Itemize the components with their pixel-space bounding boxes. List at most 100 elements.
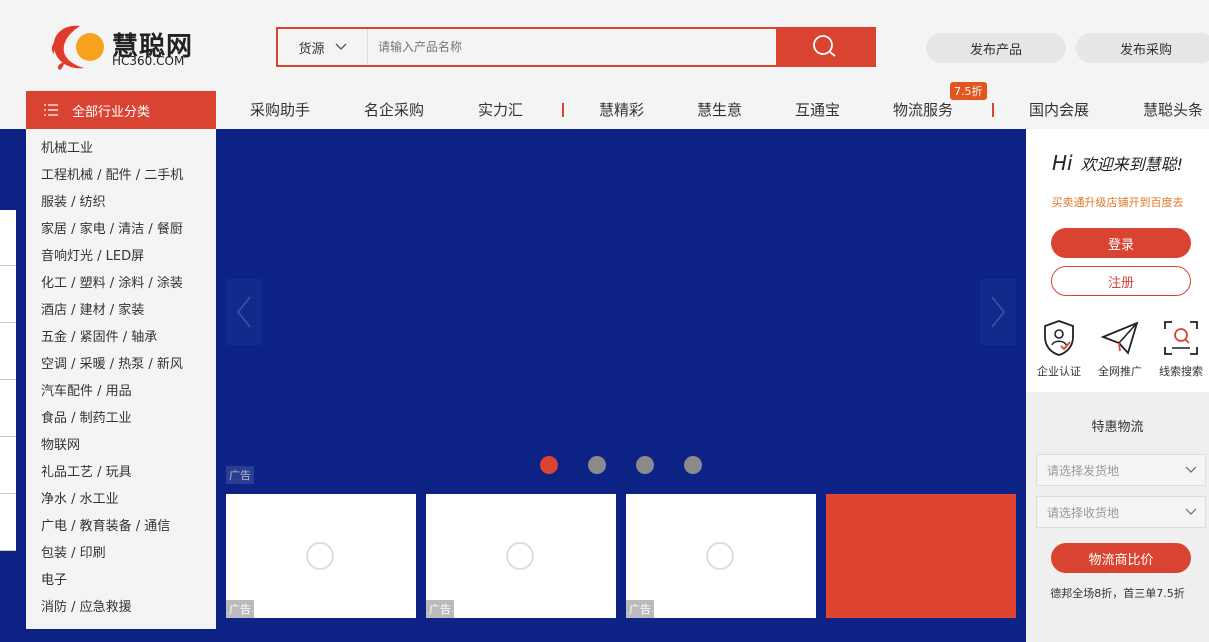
nav-item-purchase-assistant[interactable]: 采购助手 — [250, 91, 310, 129]
paper-plane-icon — [1100, 321, 1139, 355]
category-item[interactable]: 音响灯光 / LED屏 — [41, 247, 216, 274]
ad-label: 广告 — [626, 600, 654, 618]
search-input[interactable] — [378, 37, 758, 57]
carousel-prev-button[interactable] — [226, 279, 262, 345]
chevron-right-icon — [991, 296, 1005, 328]
ad-label: 广告 — [226, 600, 254, 618]
carousel-dot-active[interactable] — [540, 456, 558, 474]
main-nav: 全部行业分类 采购助手 名企采购 实力汇 慧精彩 慧生意 互通宝 物流服务 7.… — [0, 82, 1209, 129]
chevron-down-icon — [335, 43, 346, 50]
category-item[interactable]: 净水 / 水工业 — [41, 490, 216, 517]
carousel-next-button[interactable] — [980, 279, 1016, 345]
category-item[interactable]: 服装 / 纺织 — [41, 193, 216, 220]
loading-spinner-icon — [306, 542, 334, 570]
category-item[interactable]: 化工 / 塑料 / 涂料 / 涂装 — [41, 274, 216, 301]
category-item[interactable]: 汽车配件 / 用品 — [41, 382, 216, 409]
search-type-dropdown[interactable]: 货源 — [278, 29, 368, 65]
category-item[interactable]: 消防 / 应急救援 — [41, 598, 216, 625]
feature-label: 全网推广 — [1098, 365, 1142, 378]
publish-product-button[interactable]: 发布产品 — [926, 33, 1066, 63]
search-button[interactable] — [776, 29, 874, 65]
compare-logistics-button[interactable]: 物流商比价 — [1051, 543, 1191, 573]
destination-placeholder: 请选择收货地 — [1047, 505, 1120, 520]
category-item[interactable]: 工程机械 / 配件 / 二手机 — [41, 166, 216, 193]
search-type-label: 货源 — [298, 41, 325, 57]
side-tabs — [0, 210, 16, 551]
all-categories-button[interactable]: 全部行业分类 — [26, 91, 216, 129]
search-bar: 货源 — [276, 27, 876, 67]
nav-item-headlines[interactable]: 慧聪头条 — [1143, 91, 1203, 129]
feature-label: 企业认证 — [1037, 365, 1081, 378]
logistics-box: 特惠物流 请选择发货地 请选择收货地 物流商比价 德邦全场8折，首三单7.5折 — [1026, 392, 1209, 642]
discount-badge: 7.5折 — [950, 82, 987, 100]
nav-item-exhibitions[interactable]: 国内会展 — [1029, 91, 1089, 129]
hi-text: Hi — [1051, 151, 1073, 175]
nav-item-hutongbao[interactable]: 互通宝 — [795, 91, 840, 129]
nav-separator — [562, 103, 564, 117]
login-button[interactable]: 登录 — [1051, 228, 1191, 258]
category-item[interactable]: 食品 / 制药工业 — [41, 409, 216, 436]
user-panel: Hi 欢迎来到慧聪! 买卖通升级店铺开到百度去 登录 注册 企业认证 全网推广 线… — [1026, 129, 1209, 642]
category-item[interactable]: 广电 / 教育装备 / 通信 — [41, 517, 216, 544]
ad-label: 广告 — [226, 466, 254, 484]
logo[interactable]: 慧聪网 HC360.COM — [50, 20, 200, 74]
menu-icon — [44, 104, 58, 116]
publish-purchase-button[interactable]: 发布采购 — [1076, 33, 1209, 63]
side-tab[interactable] — [0, 438, 16, 494]
promo-link[interactable]: 买卖通升级店铺开到百度去 — [1026, 194, 1209, 210]
side-tab[interactable] — [0, 267, 16, 323]
category-item[interactable]: 物联网 — [41, 436, 216, 463]
category-item[interactable]: 礼品工艺 / 玩具 — [41, 463, 216, 490]
nav-item-brand-purchase[interactable]: 名企采购 — [364, 91, 424, 129]
side-tab[interactable] — [0, 495, 16, 551]
chevron-down-icon — [1185, 508, 1197, 515]
category-list: 机械工业 工程机械 / 配件 / 二手机 服装 / 纺织 家居 / 家电 / 清… — [26, 129, 216, 629]
chevron-left-icon — [237, 296, 251, 328]
side-tab[interactable] — [0, 210, 16, 266]
logo-subtext: HC360.COM — [112, 54, 185, 68]
nav-item-highlights[interactable]: 慧精彩 — [599, 91, 644, 129]
loading-spinner-icon — [506, 542, 534, 570]
feature-promotion[interactable]: 全网推广 — [1089, 319, 1151, 379]
origin-select[interactable]: 请选择发货地 — [1036, 454, 1206, 486]
feature-lead-search[interactable]: 线索搜索 — [1150, 319, 1209, 379]
loading-spinner-icon — [706, 542, 734, 570]
category-item[interactable]: 空调 / 采暖 / 热泵 / 新风 — [41, 355, 216, 382]
carousel-dot[interactable] — [588, 456, 606, 474]
all-categories-label: 全部行业分类 — [72, 104, 151, 120]
carousel-dot[interactable] — [636, 456, 654, 474]
scan-search-icon — [1164, 321, 1198, 355]
logo-icon — [51, 25, 104, 70]
logistics-title: 特惠物流 — [1091, 420, 1144, 435]
ad-card[interactable]: 广告 — [626, 494, 816, 618]
ad-label: 广告 — [426, 600, 454, 618]
ad-card[interactable]: 广告 — [426, 494, 616, 618]
category-item[interactable]: 酒店 / 建材 / 家装 — [41, 301, 216, 328]
register-button[interactable]: 注册 — [1051, 266, 1191, 296]
logistics-note: 德邦全场8折，首三单7.5折 — [1050, 587, 1185, 600]
shield-icon — [1044, 320, 1074, 356]
feature-enterprise-cert[interactable]: 企业认证 — [1028, 319, 1090, 379]
ad-card[interactable]: 广告 — [226, 494, 416, 618]
category-item[interactable]: 机械工业 — [41, 139, 216, 166]
category-item[interactable]: 家居 / 家电 / 清洁 / 餐厨 — [41, 220, 216, 247]
side-tab[interactable] — [0, 381, 16, 437]
category-item[interactable]: 五金 / 紧固件 / 轴承 — [41, 328, 216, 355]
welcome-text: 欢迎来到慧聪! — [1080, 155, 1184, 174]
nav-separator — [992, 103, 994, 117]
banner-carousel: 广告 广告 广告 广告 — [216, 129, 1026, 629]
nav-item-logistics[interactable]: 物流服务 — [893, 91, 953, 129]
category-item[interactable]: 包装 / 印刷 — [41, 544, 216, 571]
category-item[interactable]: 电子 — [41, 571, 216, 598]
ad-card[interactable] — [826, 494, 1016, 618]
nav-item-strength[interactable]: 实力汇 — [478, 91, 523, 129]
search-icon — [813, 35, 836, 57]
header: 慧聪网 HC360.COM 货源 发布产品 发布采购 — [0, 0, 1209, 91]
carousel-dot[interactable] — [684, 456, 702, 474]
nav-item-business[interactable]: 慧生意 — [697, 91, 742, 129]
side-tab[interactable] — [0, 324, 16, 380]
destination-select[interactable]: 请选择收货地 — [1036, 496, 1206, 528]
origin-placeholder: 请选择发货地 — [1047, 463, 1120, 478]
chevron-down-icon — [1185, 466, 1197, 473]
welcome-heading: Hi 欢迎来到慧聪! — [1026, 151, 1209, 175]
